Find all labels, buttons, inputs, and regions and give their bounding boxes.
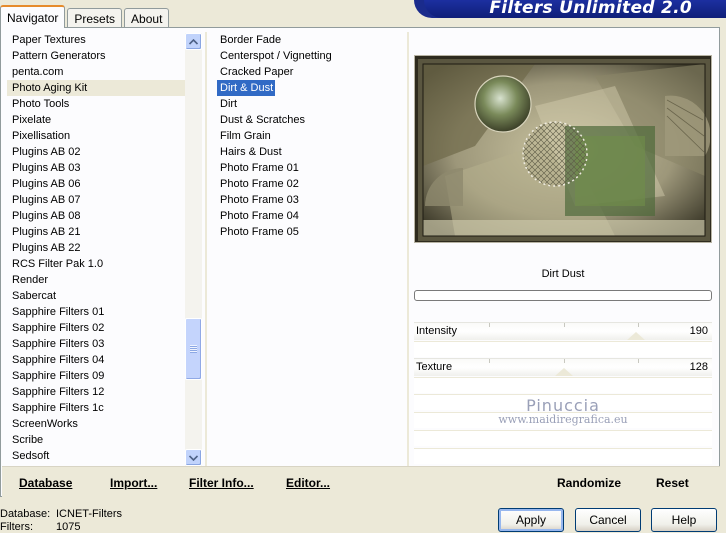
category-list[interactable]: Paper Textures Pattern Generators penta.co… [7, 32, 185, 466]
category-scrollbar[interactable] [185, 33, 202, 466]
category-item[interactable]: Pattern Generators [7, 48, 185, 64]
category-item[interactable]: Pixellisation [7, 128, 185, 144]
empty-slider-slot [414, 394, 712, 410]
app-title: Filters Unlimited 2.0 [489, 0, 692, 18]
navigator-panel: Paper Textures Pattern Generators penta.co… [0, 27, 720, 497]
filter-item[interactable]: Photo Frame 01 [217, 160, 407, 176]
chevron-up-icon [189, 38, 198, 45]
slider-track[interactable] [414, 322, 712, 340]
filter-item[interactable]: Photo Frame 02 [217, 176, 407, 192]
divider [407, 32, 409, 466]
filter-title: Dirt Dust [541, 268, 585, 280]
category-item[interactable]: ScreenWorks [7, 416, 185, 432]
empty-slider-slot [414, 448, 712, 464]
slider-thumb[interactable] [627, 332, 645, 340]
category-item[interactable]: Plugins AB 21 [7, 224, 185, 240]
category-item[interactable]: Sapphire Filters 03 [7, 336, 185, 352]
scroll-down-button[interactable] [185, 449, 202, 466]
filter-item[interactable]: Dirt [217, 96, 407, 112]
slider-thumb[interactable] [554, 368, 573, 376]
status-area: Database: ICNET-Filters Filters: 1075 [0, 508, 122, 533]
status-label: Database: [0, 508, 51, 520]
status-label: Filters: [0, 521, 33, 533]
category-item[interactable]: Pixelate [7, 112, 185, 128]
category-item[interactable]: Sedsoft [7, 448, 185, 464]
category-item[interactable]: Sapphire Filters 04 [7, 352, 185, 368]
category-item[interactable]: Sapphire Filters 01 [7, 304, 185, 320]
editor-link[interactable]: Editor... [286, 476, 330, 490]
title-banner: Filters Unlimited 2.0 [414, 0, 726, 18]
scroll-thumb[interactable] [185, 318, 202, 380]
filter-item[interactable]: Border Fade [217, 32, 407, 48]
category-item[interactable]: Render [7, 272, 185, 288]
category-item[interactable]: Plugins AB 03 [7, 160, 185, 176]
slider-value: 128 [689, 361, 708, 373]
category-item[interactable]: Paper Textures [7, 32, 185, 48]
filter-info-link[interactable]: Filter Info... [189, 476, 254, 490]
slider-value: 190 [689, 325, 708, 337]
import-link[interactable]: Import... [110, 476, 157, 490]
texture-slider[interactable]: Texture 128 [414, 358, 712, 376]
category-item[interactable]: Plugins AB 02 [7, 144, 185, 160]
slider-label: Texture [416, 361, 453, 373]
category-item[interactable]: Plugins AB 07 [7, 192, 185, 208]
category-item[interactable]: Sapphire Filters 02 [7, 320, 185, 336]
tab-bar: Navigator Presets About [0, 4, 171, 28]
empty-slider-slot [414, 341, 712, 357]
cancel-button[interactable]: Cancel [575, 508, 641, 532]
randomize-button[interactable]: Randomize [557, 476, 621, 490]
preview-image [414, 55, 712, 243]
category-item[interactable]: Plugins AB 06 [7, 176, 185, 192]
filter-item[interactable]: Photo Frame 04 [217, 208, 407, 224]
filter-item[interactable]: Film Grain [217, 128, 407, 144]
database-name: ICNET-Filters [56, 508, 122, 520]
category-item[interactable]: Sapphire Filters 12 [7, 384, 185, 400]
empty-slider-slot [414, 412, 712, 428]
category-item[interactable]: Plugins AB 22 [7, 240, 185, 256]
category-item[interactable]: Sabercat [7, 288, 185, 304]
filter-item[interactable]: Hairs & Dust [217, 144, 407, 160]
empty-slider-slot [414, 377, 712, 393]
category-item[interactable]: Sapphire Filters 1c [7, 400, 185, 416]
divider [205, 32, 207, 466]
tab-about[interactable]: About [124, 8, 170, 28]
intensity-slider[interactable]: Intensity 190 [414, 322, 712, 340]
category-item[interactable]: Photo Tools [7, 96, 185, 112]
category-item[interactable]: Plugins AB 08 [7, 208, 185, 224]
filter-item[interactable]: Dust & Scratches [217, 112, 407, 128]
action-link-bar: Database Import... Filter Info... Editor… [2, 466, 720, 497]
filter-item[interactable]: Photo Frame 03 [217, 192, 407, 208]
chevron-down-icon [189, 454, 198, 461]
filter-item[interactable]: Cracked Paper [217, 64, 407, 80]
filter-count: 1075 [56, 521, 81, 533]
filter-item[interactable]: Photo Frame 05 [217, 224, 407, 240]
filter-item[interactable]: Centerspot / Vignetting [217, 48, 407, 64]
help-button[interactable]: Help [651, 508, 717, 532]
category-item[interactable]: Sapphire Filters 09 [7, 368, 185, 384]
tab-navigator[interactable]: Navigator [0, 5, 66, 28]
category-item[interactable]: penta.com [7, 64, 185, 80]
empty-slider-slot [414, 430, 712, 446]
tab-presets[interactable]: Presets [67, 8, 123, 28]
category-item[interactable]: Scribe [7, 432, 185, 448]
category-item[interactable]: Photo Aging Kit [7, 80, 185, 96]
reset-button[interactable]: Reset [656, 476, 689, 490]
grip-icon [190, 345, 197, 353]
slider-label: Intensity [416, 325, 457, 337]
filter-item[interactable]: Dirt & Dust [217, 80, 276, 96]
progress-bar [414, 290, 712, 301]
filter-list[interactable]: Border Fade Centerspot / Vignetting Cracke… [217, 32, 407, 466]
category-item[interactable]: RCS Filter Pak 1.0 [7, 256, 185, 272]
database-link[interactable]: Database [19, 476, 72, 490]
scroll-up-button[interactable] [185, 33, 202, 50]
apply-button[interactable]: Apply [498, 508, 564, 532]
